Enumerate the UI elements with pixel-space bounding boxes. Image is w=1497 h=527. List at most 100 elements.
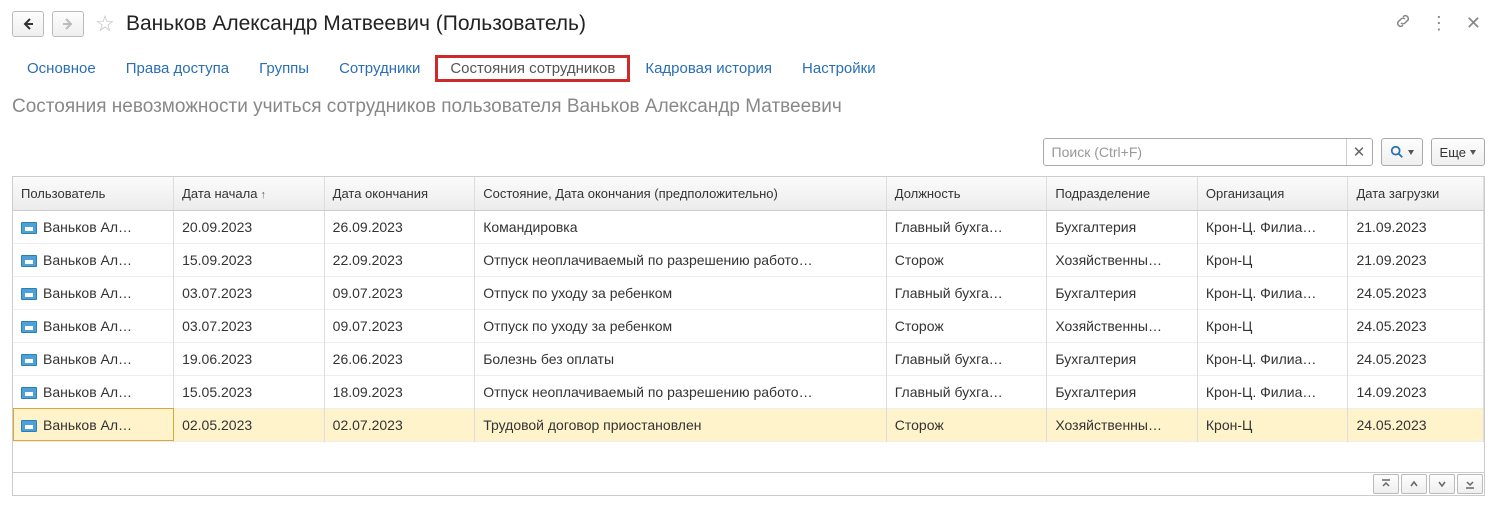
cell-end: 09.07.2023 — [324, 276, 475, 309]
forward-button[interactable] — [52, 11, 84, 37]
cell-state: Трудовой договор приостановлен — [475, 408, 887, 441]
search-button[interactable] — [1381, 138, 1423, 166]
section-title: Состояния невозможности учиться сотрудни… — [12, 96, 1485, 118]
record-icon — [21, 222, 37, 234]
cell-department: Хозяйственны… — [1047, 243, 1198, 276]
close-icon[interactable]: ✕ — [1462, 11, 1485, 36]
scroll-top-button[interactable] — [1373, 474, 1399, 494]
cell-user: Ваньков Ал… — [13, 276, 174, 309]
tab-1[interactable]: Права доступа — [111, 55, 244, 82]
table-row[interactable]: Ваньков Ал…19.06.202326.06.2023Болезнь б… — [13, 342, 1484, 375]
favorite-star-icon[interactable]: ☆ — [92, 11, 118, 37]
cell-position: Главный бухга… — [886, 210, 1047, 243]
cell-state: Командировка — [475, 210, 887, 243]
cell-loaded: 21.09.2023 — [1348, 210, 1484, 243]
table-row[interactable]: Ваньков Ал…15.09.202322.09.2023Отпуск не… — [13, 243, 1484, 276]
cell-org: Крон-Ц — [1197, 243, 1348, 276]
cell-state: Отпуск по уходу за ребенком — [475, 309, 887, 342]
scroll-down-button[interactable] — [1429, 474, 1455, 494]
col-header-start[interactable]: Дата начала↑ — [174, 177, 325, 210]
table-row[interactable]: Ваньков Ал…03.07.202309.07.2023Отпуск по… — [13, 309, 1484, 342]
cell-position: Главный бухга… — [886, 342, 1047, 375]
cell-user: Ваньков Ал… — [13, 309, 174, 342]
cell-loaded: 14.09.2023 — [1348, 375, 1484, 408]
cell-loaded: 24.05.2023 — [1348, 276, 1484, 309]
record-icon — [21, 321, 37, 333]
tab-3[interactable]: Сотрудники — [324, 55, 435, 82]
col-header-position[interactable]: Должность — [886, 177, 1047, 210]
cell-user: Ваньков Ал… — [13, 408, 174, 441]
cell-start: 20.09.2023 — [174, 210, 325, 243]
cell-org: Крон-Ц. Филиа… — [1197, 276, 1348, 309]
record-icon — [21, 387, 37, 399]
tab-0[interactable]: Основное — [12, 55, 111, 82]
col-header-org[interactable]: Организация — [1197, 177, 1348, 210]
cell-end: 09.07.2023 — [324, 309, 475, 342]
record-icon — [21, 354, 37, 366]
cell-loaded: 24.05.2023 — [1348, 408, 1484, 441]
record-icon — [21, 288, 37, 300]
table-row[interactable]: Ваньков Ал…20.09.202326.09.2023Командиро… — [13, 210, 1484, 243]
cell-start: 15.09.2023 — [174, 243, 325, 276]
tab-6[interactable]: Настройки — [787, 55, 891, 82]
cell-department: Хозяйственны… — [1047, 408, 1198, 441]
chevron-down-icon — [1470, 150, 1476, 155]
cell-position: Сторож — [886, 309, 1047, 342]
cell-department: Бухгалтерия — [1047, 276, 1198, 309]
more-actions-label: Еще — [1440, 145, 1466, 160]
cell-loaded: 21.09.2023 — [1348, 243, 1484, 276]
cell-user: Ваньков Ал… — [13, 342, 174, 375]
cell-start: 03.07.2023 — [174, 276, 325, 309]
tab-5[interactable]: Кадровая история — [630, 55, 787, 82]
tab-2[interactable]: Группы — [244, 55, 324, 82]
cell-state: Отпуск неоплачиваемый по разрешению рабо… — [475, 375, 887, 408]
cell-position: Сторож — [886, 408, 1047, 441]
cell-org: Крон-Ц — [1197, 408, 1348, 441]
cell-end: 18.09.2023 — [324, 375, 475, 408]
chevron-down-icon — [1408, 150, 1414, 155]
cell-start: 03.07.2023 — [174, 309, 325, 342]
clear-search-button[interactable]: ✕ — [1346, 139, 1372, 165]
table-row[interactable]: Ваньков Ал…02.05.202302.07.2023Трудовой … — [13, 408, 1484, 441]
cell-department: Бухгалтерия — [1047, 210, 1198, 243]
states-table: Пользователь Дата начала↑ Дата окончания… — [13, 177, 1484, 442]
back-button[interactable] — [12, 11, 44, 37]
scroll-up-button[interactable] — [1401, 474, 1427, 494]
col-header-loaded[interactable]: Дата загрузки — [1348, 177, 1484, 210]
more-menu-icon[interactable]: ⋮ — [1426, 11, 1452, 36]
col-header-state[interactable]: Состояние, Дата окончания (предположител… — [475, 177, 887, 210]
cell-state: Отпуск по уходу за ребенком — [475, 276, 887, 309]
cell-org: Крон-Ц. Филиа… — [1197, 210, 1348, 243]
cell-department: Бухгалтерия — [1047, 375, 1198, 408]
scroll-bottom-button[interactable] — [1457, 474, 1483, 494]
cell-user: Ваньков Ал… — [13, 375, 174, 408]
page-title: Ваньков Александр Матвеевич (Пользовател… — [126, 12, 1382, 36]
tab-4[interactable]: Состояния сотрудников — [435, 55, 630, 82]
cell-user: Ваньков Ал… — [13, 243, 174, 276]
cell-position: Главный бухга… — [886, 276, 1047, 309]
table-row[interactable]: Ваньков Ал…15.05.202318.09.2023Отпуск не… — [13, 375, 1484, 408]
cell-start: 02.05.2023 — [174, 408, 325, 441]
search-field-wrap: ✕ — [1043, 138, 1373, 166]
cell-position: Главный бухга… — [886, 375, 1047, 408]
cell-department: Хозяйственны… — [1047, 309, 1198, 342]
record-icon — [21, 420, 37, 432]
cell-loaded: 24.05.2023 — [1348, 342, 1484, 375]
cell-state: Болезнь без оплаты — [475, 342, 887, 375]
cell-org: Крон-Ц. Филиа… — [1197, 375, 1348, 408]
col-header-end[interactable]: Дата окончания — [324, 177, 475, 210]
more-actions-button[interactable]: Еще — [1431, 138, 1485, 166]
search-input[interactable] — [1044, 144, 1346, 160]
table-row[interactable]: Ваньков Ал…03.07.202309.07.2023Отпуск по… — [13, 276, 1484, 309]
tab-bar: ОсновноеПрава доступаГруппыСотрудникиСос… — [12, 55, 1485, 82]
cell-org: Крон-Ц. Филиа… — [1197, 342, 1348, 375]
cell-start: 15.05.2023 — [174, 375, 325, 408]
link-icon[interactable] — [1390, 10, 1416, 37]
cell-org: Крон-Ц — [1197, 309, 1348, 342]
cell-state: Отпуск неоплачиваемый по разрешению рабо… — [475, 243, 887, 276]
col-header-department[interactable]: Подразделение — [1047, 177, 1198, 210]
cell-start: 19.06.2023 — [174, 342, 325, 375]
cell-end: 22.09.2023 — [324, 243, 475, 276]
record-icon — [21, 255, 37, 267]
col-header-user[interactable]: Пользователь — [13, 177, 174, 210]
